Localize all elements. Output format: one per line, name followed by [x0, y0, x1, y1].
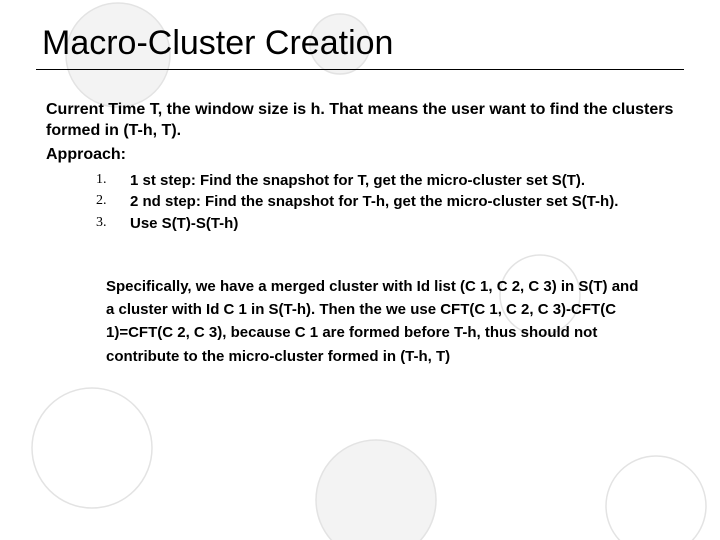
- list-item: 1. 1 st step: Find the snapshot for T, g…: [96, 170, 684, 192]
- step-number: 1.: [96, 170, 110, 192]
- step-text: 1 st step: Find the snapshot for T, get …: [130, 170, 684, 192]
- slide-title: Macro-Cluster Creation: [42, 24, 684, 63]
- detail-paragraph: Specifically, we have a merged cluster w…: [106, 275, 644, 368]
- steps-list: 1. 1 st step: Find the snapshot for T, g…: [96, 170, 684, 235]
- step-number: 2.: [96, 191, 110, 213]
- intro-text: Current Time T, the window size is h. Th…: [46, 100, 678, 142]
- step-number: 3.: [96, 213, 110, 235]
- list-item: 3. Use S(T)-S(T-h): [96, 213, 684, 235]
- approach-label: Approach:: [46, 146, 684, 164]
- step-text: Use S(T)-S(T-h): [130, 213, 684, 235]
- slide-content: Macro-Cluster Creation Current Time T, t…: [0, 0, 720, 368]
- title-underline: [36, 69, 684, 70]
- list-item: 2. 2 nd step: Find the snapshot for T-h,…: [96, 191, 684, 213]
- step-text: 2 nd step: Find the snapshot for T-h, ge…: [130, 191, 684, 213]
